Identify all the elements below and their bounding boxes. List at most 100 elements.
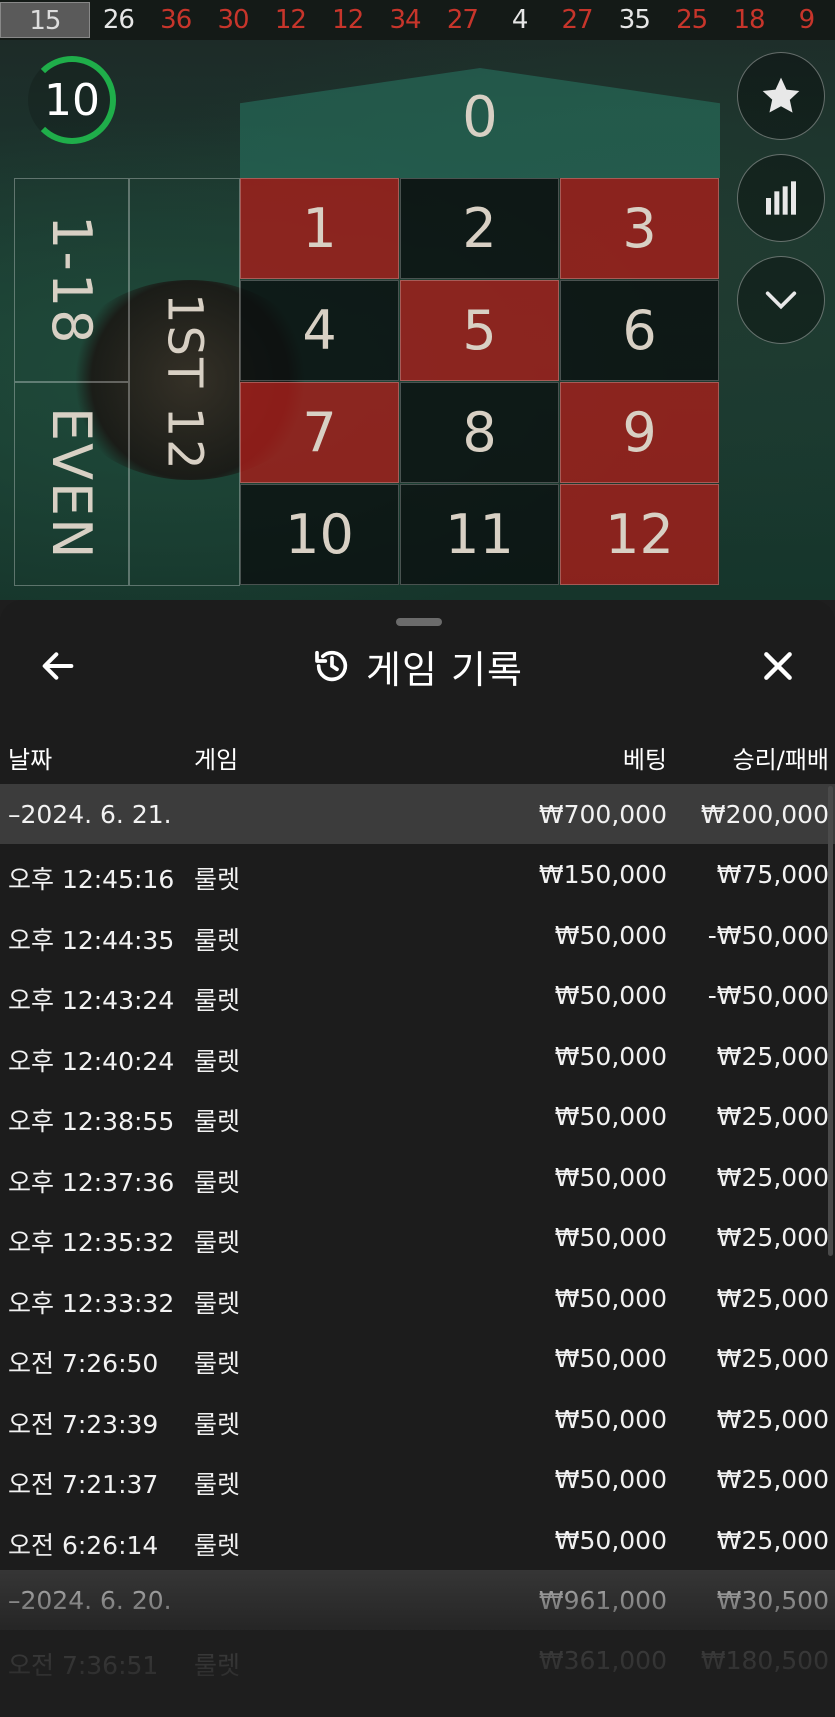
recent-results-strip: 15 26 36 30 12 12 34 27 4 27 35 25 18 9	[0, 0, 835, 41]
bet-cell-number[interactable]: 3	[560, 178, 719, 279]
row-bet: ₩50,000	[554, 1465, 667, 1494]
bet-outside-even[interactable]: EVEN	[14, 382, 129, 586]
column-bet[interactable]: 베팅	[623, 740, 667, 775]
row-bet: ₩700,000	[538, 800, 667, 829]
bet-cell-number[interactable]: 8	[400, 382, 559, 483]
row-bet: ₩50,000	[554, 1525, 667, 1555]
row-date: 오후 12:45:16	[8, 865, 175, 894]
row-result: ₩25,000	[716, 1404, 829, 1434]
row-result: ₩200,000	[700, 800, 829, 829]
table-row[interactable]: 오전 6:26:14 룰렛 ₩50,000 ₩25,000	[0, 1510, 835, 1571]
recent-result: 34	[389, 5, 421, 35]
row-date: 오후 12:38:55	[8, 1107, 175, 1136]
table-header: 날짜 게임 베팅 승리/패배	[0, 730, 835, 778]
bet-dozen-first[interactable]: 1ST 12	[129, 178, 240, 586]
statistics-button[interactable]	[737, 154, 825, 242]
row-result: -₩50,000	[707, 981, 829, 1010]
row-result: -₩50,000	[707, 920, 829, 950]
countdown-value: 10	[44, 74, 100, 126]
date-group-row[interactable]: –2024. 6. 21. ₩700,000 ₩200,000	[0, 784, 835, 844]
row-result: ₩25,000	[716, 1344, 829, 1373]
row-game: 룰렛	[194, 1470, 241, 1499]
row-date: 오후 12:35:32	[8, 1228, 175, 1257]
table-row[interactable]: 오후 12:44:35 룰렛 ₩50,000 -₩50,000	[0, 905, 835, 966]
table-row[interactable]: 오전 7:26:50 룰렛 ₩50,000 ₩25,000	[0, 1328, 835, 1389]
recent-result: 4	[511, 5, 529, 35]
chevron-down-icon	[765, 291, 797, 310]
table-row[interactable]: 오후 12:45:16 룰렛 ₩150,000 ₩75,000	[0, 844, 835, 905]
history-list: –2024. 6. 21. ₩700,000 ₩200,000 오후 12:45:16…	[0, 784, 835, 1691]
column-result[interactable]: 승리/패배	[733, 740, 829, 775]
recent-result: 35	[618, 5, 651, 35]
bet-outside-low[interactable]: 1-18	[14, 178, 129, 382]
recent-result: 30	[217, 5, 250, 35]
bet-cell-number[interactable]: 5	[400, 280, 559, 381]
countdown-timer: 10	[28, 56, 116, 144]
table-row[interactable]: 오전 7:36:51 룰렛 ₩361,000 ₩180,500	[0, 1630, 835, 1691]
game-history-sheet: 게임 기록 날짜 게임 베팅 승리/패배 –2024. 6. 21. ₩700,0…	[0, 600, 835, 1717]
row-date: 오후 12:44:35	[8, 925, 175, 955]
sheet-drag-handle[interactable]	[396, 618, 442, 626]
recent-result: 27	[446, 5, 479, 35]
table-row[interactable]: 오후 12:35:32 룰렛 ₩50,000 ₩25,000	[0, 1207, 835, 1268]
table-row[interactable]: 오후 12:43:24 룰렛 ₩50,000 -₩50,000	[0, 965, 835, 1026]
row-bet: ₩50,000	[554, 1102, 667, 1131]
bet-cell-number[interactable]: 7	[240, 382, 399, 483]
row-result: ₩25,000	[716, 1041, 829, 1071]
row-date: –2024. 6. 21.	[8, 800, 172, 829]
row-date: 오후 12:40:24	[8, 1046, 175, 1076]
history-icon	[315, 650, 348, 682]
bet-cell-number[interactable]: 10	[240, 484, 399, 585]
table-row[interactable]: 오후 12:38:55 룰렛 ₩50,000 ₩25,000	[0, 1086, 835, 1147]
row-date: 오전 6:26:14	[8, 1530, 159, 1560]
close-button[interactable]	[758, 646, 798, 686]
bet-cell-number[interactable]: 9	[560, 382, 719, 483]
row-result: ₩25,000	[716, 1525, 829, 1555]
bet-cell-number[interactable]: 6	[560, 280, 719, 381]
row-game: 룰렛	[194, 1530, 241, 1560]
row-game: 룰렛	[194, 1409, 241, 1439]
row-result: ₩75,000	[716, 860, 829, 889]
row-result: ₩25,000	[716, 1102, 829, 1131]
row-result: ₩25,000	[716, 1162, 829, 1192]
row-game: 룰렛	[194, 925, 241, 955]
scrollbar[interactable]	[828, 786, 833, 1256]
row-bet: ₩50,000	[554, 1344, 667, 1373]
column-game[interactable]: 게임	[194, 740, 238, 775]
row-result: ₩25,000	[716, 1465, 829, 1494]
table-row[interactable]: 오후 12:33:32 룰렛 ₩50,000 ₩25,000	[0, 1268, 835, 1329]
recent-result: 12	[332, 5, 364, 35]
recent-result: 27	[561, 5, 593, 35]
table-row[interactable]: 오후 12:37:36 룰렛 ₩50,000 ₩25,000	[0, 1147, 835, 1208]
bet-dozen-first-label: 1ST 12	[156, 292, 213, 472]
row-date: 오후 12:33:32	[8, 1288, 175, 1318]
bet-cell-number[interactable]: 11	[400, 484, 559, 585]
bet-cell-number[interactable]: 2	[400, 178, 559, 279]
row-result: ₩25,000	[716, 1223, 829, 1252]
table-row[interactable]: 오후 12:40:24 룰렛 ₩50,000 ₩25,000	[0, 1026, 835, 1087]
bet-outside-even-label: EVEN	[40, 407, 103, 561]
row-bet: ₩50,000	[554, 1404, 667, 1434]
row-date: 오후 12:37:36	[8, 1167, 175, 1197]
star-icon	[762, 77, 800, 113]
row-game: 룰렛	[194, 1167, 241, 1197]
row-game: 룰렛	[194, 986, 241, 1015]
sheet-header: 게임 기록	[0, 636, 835, 696]
table-row[interactable]: 오전 7:23:39 룰렛 ₩50,000 ₩25,000	[0, 1389, 835, 1450]
favorites-button[interactable]	[737, 52, 825, 140]
table-row[interactable]: 오전 7:21:37 룰렛 ₩50,000 ₩25,000	[0, 1449, 835, 1510]
recent-result: 18	[733, 5, 765, 35]
row-game: 룰렛	[194, 865, 241, 894]
close-icon	[764, 652, 792, 680]
row-game: 룰렛	[194, 1107, 241, 1136]
bet-cell-number[interactable]: 1	[240, 178, 399, 279]
row-bet: ₩50,000	[554, 920, 667, 950]
bet-cell-number[interactable]: 12	[560, 484, 719, 585]
row-date: 오전 7:36:51	[8, 1651, 159, 1680]
column-date[interactable]: 날짜	[8, 740, 52, 775]
row-game: 룰렛	[194, 1651, 241, 1680]
row-bet: ₩50,000	[554, 1162, 667, 1192]
date-group-row[interactable]: –2024. 6. 20. ₩961,000 ₩30,500	[0, 1570, 835, 1630]
collapse-button[interactable]	[737, 256, 825, 344]
bet-cell-number[interactable]: 4	[240, 280, 399, 381]
